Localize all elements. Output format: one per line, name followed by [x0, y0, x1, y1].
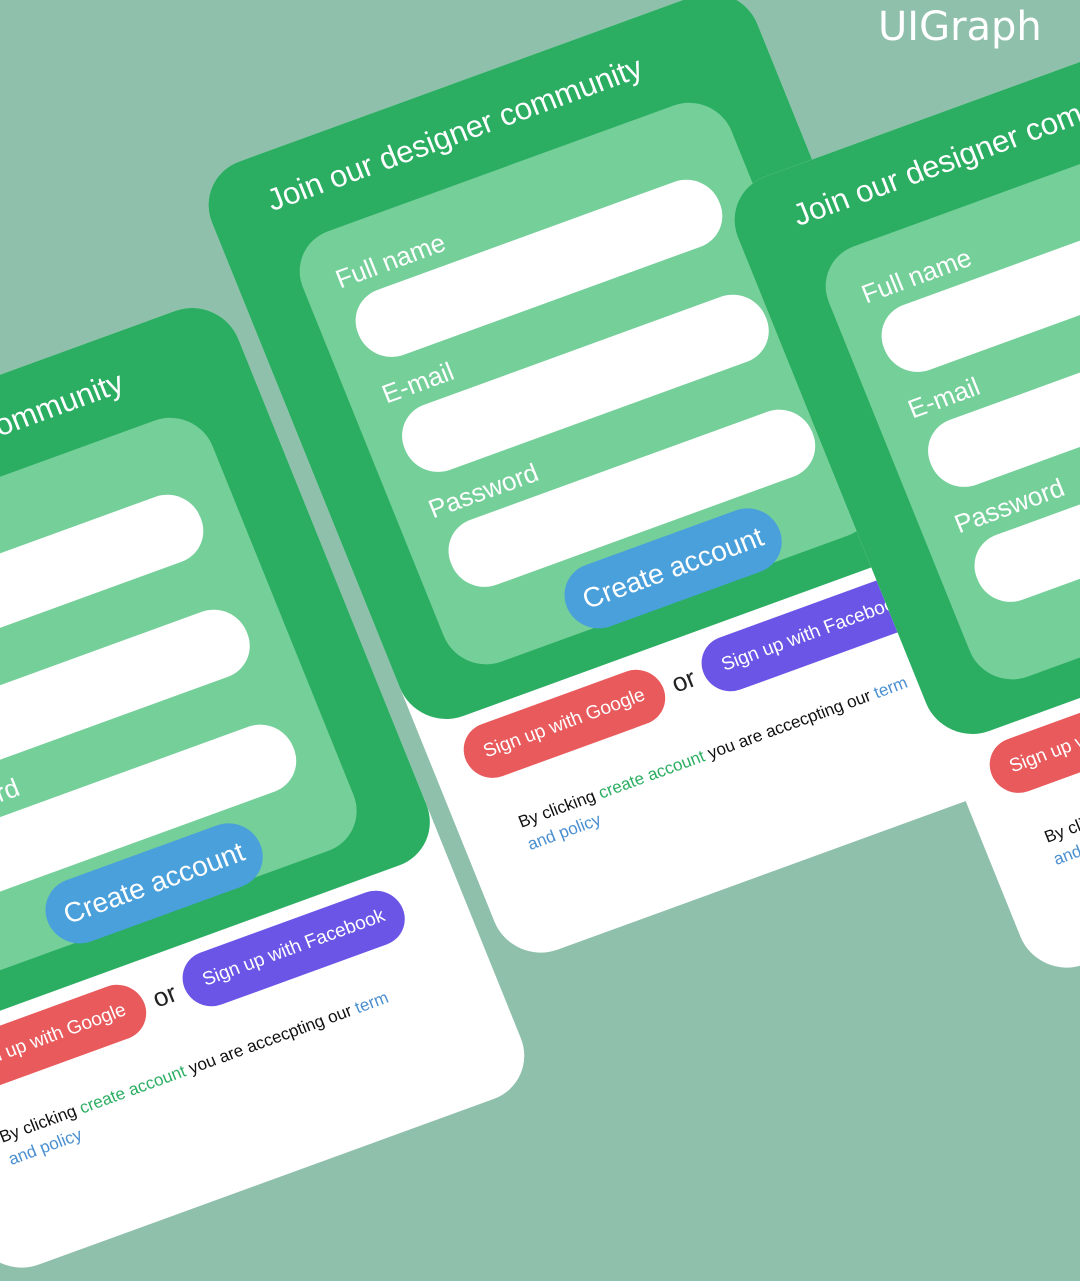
or-separator: or — [666, 662, 700, 698]
uigraph-watermark: UIGraph — [878, 4, 1042, 50]
or-separator: or — [147, 977, 181, 1013]
